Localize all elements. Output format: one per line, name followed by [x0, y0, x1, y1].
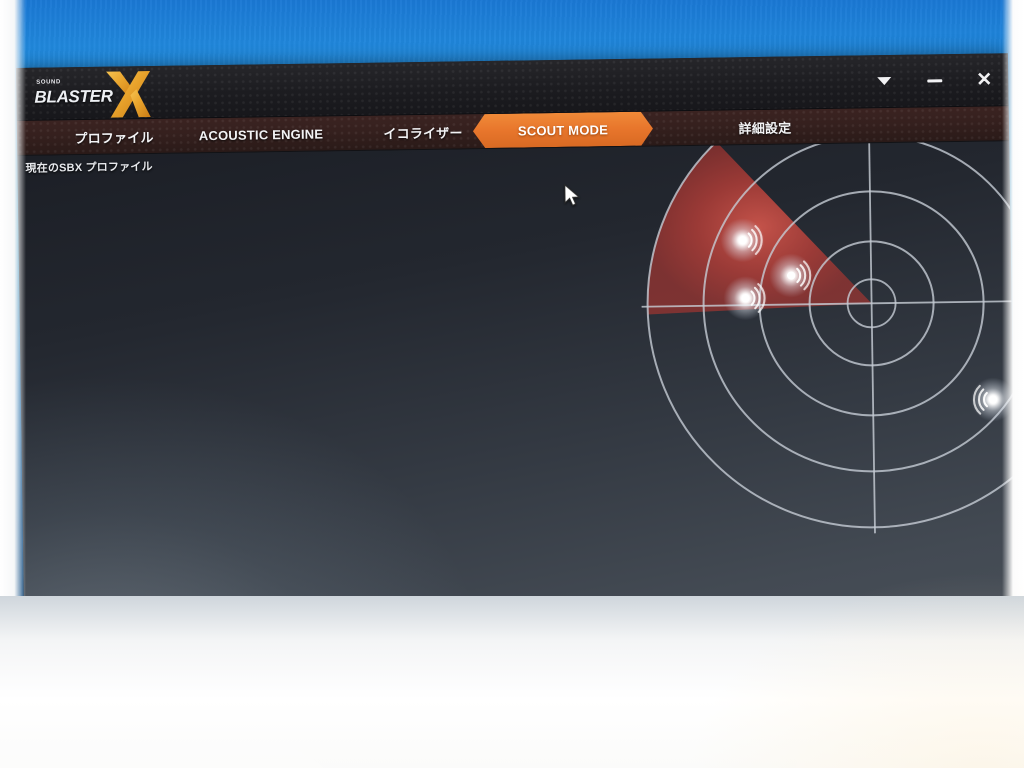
- blip-2: [769, 253, 814, 298]
- blip-core: [786, 271, 796, 280]
- radar-ring-4: [702, 141, 1018, 473]
- radar-axis-vertical: [867, 141, 876, 534]
- radar-ring-5: [646, 141, 1018, 529]
- tab-label: プロファイル: [74, 129, 154, 146]
- tab-equalizer[interactable]: イコライザー: [357, 114, 489, 150]
- blip-core: [741, 294, 750, 303]
- tab-advanced[interactable]: 詳細設定: [707, 109, 823, 145]
- blip-wave-arc: [753, 286, 761, 310]
- blip-core: [738, 236, 747, 245]
- blip-glow: [720, 218, 765, 263]
- radar-ring-1: [846, 278, 897, 329]
- blip-core: [988, 395, 998, 404]
- logo-x-icon: [106, 71, 151, 118]
- blip-wave-arc: [754, 225, 763, 255]
- blip-wave-arc: [750, 290, 756, 306]
- current-sbx-profile-label: 現在のSBX プロファイル: [25, 160, 153, 175]
- sound-blaster-x-logo: SOUND BLASTER: [24, 71, 165, 119]
- radar-ring-3: [758, 190, 985, 417]
- photo-scene: SOUND BLASTER ✕ プロファイル ACOUSTIC ENGINE イ…: [0, 0, 1024, 768]
- window-controls: ✕: [874, 53, 995, 107]
- tab-scout-mode[interactable]: SCOUT MODE: [473, 112, 653, 149]
- radar-ring-2: [808, 240, 935, 367]
- blip-wave-arc: [983, 391, 989, 408]
- scout-mode-radar: [641, 141, 1018, 534]
- minimize-icon[interactable]: [924, 70, 944, 90]
- close-icon[interactable]: ✕: [974, 69, 994, 90]
- logo-sound-text: SOUND: [36, 79, 61, 86]
- blip-wave-arc: [747, 232, 753, 248]
- blip-wave-arc: [972, 384, 982, 415]
- blip-wave-arc: [796, 267, 802, 284]
- blip-wave-arc: [802, 260, 812, 291]
- blip-wave-arc: [799, 264, 807, 287]
- tab-label: イコライザー: [383, 124, 463, 142]
- blip-wave-arc: [751, 228, 758, 252]
- blip-glow: [769, 253, 814, 298]
- blip-3: [723, 276, 768, 321]
- blip-glow: [723, 276, 768, 321]
- tab-acoustic-engine[interactable]: ACOUSTIC ENGINE: [167, 116, 355, 153]
- blip-wave-arc: [757, 283, 766, 313]
- tab-label: SCOUT MODE: [517, 121, 609, 139]
- blip-wave-arc: [977, 388, 985, 411]
- blip-1: [720, 218, 765, 263]
- monitor-bezel-bottom: [0, 596, 1024, 768]
- tab-label: ACOUSTIC ENGINE: [198, 125, 324, 143]
- tab-profile[interactable]: プロファイル: [45, 119, 183, 155]
- radar-axis-horizontal: [641, 299, 1018, 308]
- tab-label: 詳細設定: [738, 120, 792, 136]
- radar-detection-wedge: [647, 141, 872, 315]
- dropdown-icon[interactable]: [874, 71, 894, 91]
